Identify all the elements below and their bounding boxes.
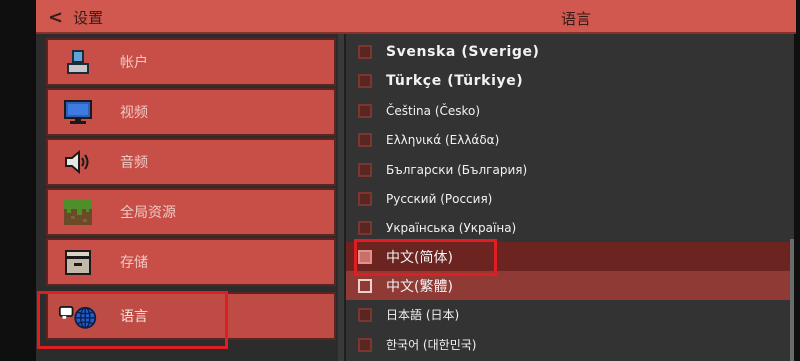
sidebar-item-audio[interactable]: 音频 (46, 138, 336, 186)
language-checkbox[interactable] (358, 103, 372, 118)
language-option-selected[interactable]: 中文(简体) (346, 242, 792, 271)
language-option[interactable]: Türkçe (Türkiye) (346, 66, 792, 95)
language-label: Ελληνικά (Ελλάδα) (386, 132, 500, 147)
sidebar-item-label: 语言 (120, 309, 148, 325)
sidebar-item-label: 帐户 (120, 55, 148, 71)
language-label: 한국어 (대한민국) (386, 338, 477, 352)
language-checkbox[interactable] (358, 337, 372, 352)
language-label: 日本語 (日本) (386, 308, 460, 322)
sidebar-item-label: 视频 (120, 105, 148, 121)
grass-block-icon (58, 196, 98, 228)
left-frame (0, 0, 36, 361)
sidebar-item-label: 全局资源 (120, 205, 176, 221)
language-option[interactable]: Русский (Россия) (346, 184, 792, 213)
language-checkbox[interactable] (358, 191, 372, 206)
language-label: Čeština (Česko) (386, 103, 481, 118)
speaker-icon (58, 146, 98, 178)
language-option[interactable]: Svenska (Sverige) (346, 37, 792, 66)
language-label: Български (България) (386, 162, 528, 177)
sidebar-item-language[interactable]: 语言 (46, 292, 336, 340)
language-label: 中文(简体) (386, 249, 453, 266)
language-label: Türkçe (Türkiye) (386, 72, 524, 89)
language-option[interactable]: Ελληνικά (Ελλάδα) (346, 125, 792, 154)
language-option[interactable]: 한국어 (대한민국) (346, 330, 792, 359)
language-checkbox[interactable] (358, 278, 372, 293)
language-checkbox[interactable] (358, 132, 372, 147)
language-label: Русский (Россия) (386, 191, 493, 206)
language-option-hover[interactable]: 中文(繁體) (346, 271, 792, 300)
language-option[interactable]: 日本語 (日本) (346, 300, 792, 329)
page-title: 语言 (560, 10, 591, 28)
sidebar-item-account[interactable]: 帐户 (46, 38, 336, 86)
language-label: 中文(繁體) (386, 278, 453, 295)
language-option[interactable]: Български (България) (346, 155, 792, 184)
user-icon (58, 46, 98, 78)
language-checkbox[interactable] (358, 44, 372, 59)
language-checkbox-checked[interactable] (358, 249, 372, 264)
language-globe-icon (58, 300, 98, 332)
sidebar-item-label: 存储 (120, 255, 148, 271)
language-checkbox[interactable] (358, 162, 372, 177)
language-label: Українська (Україна) (386, 220, 517, 235)
sidebar-item-label: 音频 (120, 155, 148, 171)
sidebar-scrollbar[interactable] (338, 34, 344, 361)
language-list: Svenska (Sverige) Türkçe (Türkiye) Češti… (346, 34, 794, 361)
header-bar: < 设置 语言 (36, 0, 796, 34)
language-checkbox[interactable] (358, 220, 372, 235)
language-checkbox[interactable] (358, 73, 372, 88)
right-frame (794, 0, 800, 361)
language-list-scrollbar[interactable] (790, 239, 794, 361)
settings-sidebar: 帐户 视频 音频 全局资源 存储 语言 (36, 34, 344, 361)
language-option[interactable]: Čeština (Česko) (346, 96, 792, 125)
sidebar-item-storage[interactable]: 存储 (46, 238, 336, 286)
sidebar-item-video[interactable]: 视频 (46, 88, 336, 136)
language-label: Svenska (Sverige) (386, 43, 540, 60)
storage-drawer-icon (58, 246, 98, 278)
language-option[interactable]: Українська (Україна) (346, 213, 792, 242)
sidebar-item-global-resources[interactable]: 全局资源 (46, 188, 336, 236)
language-checkbox[interactable] (358, 307, 372, 322)
monitor-icon (58, 96, 98, 128)
